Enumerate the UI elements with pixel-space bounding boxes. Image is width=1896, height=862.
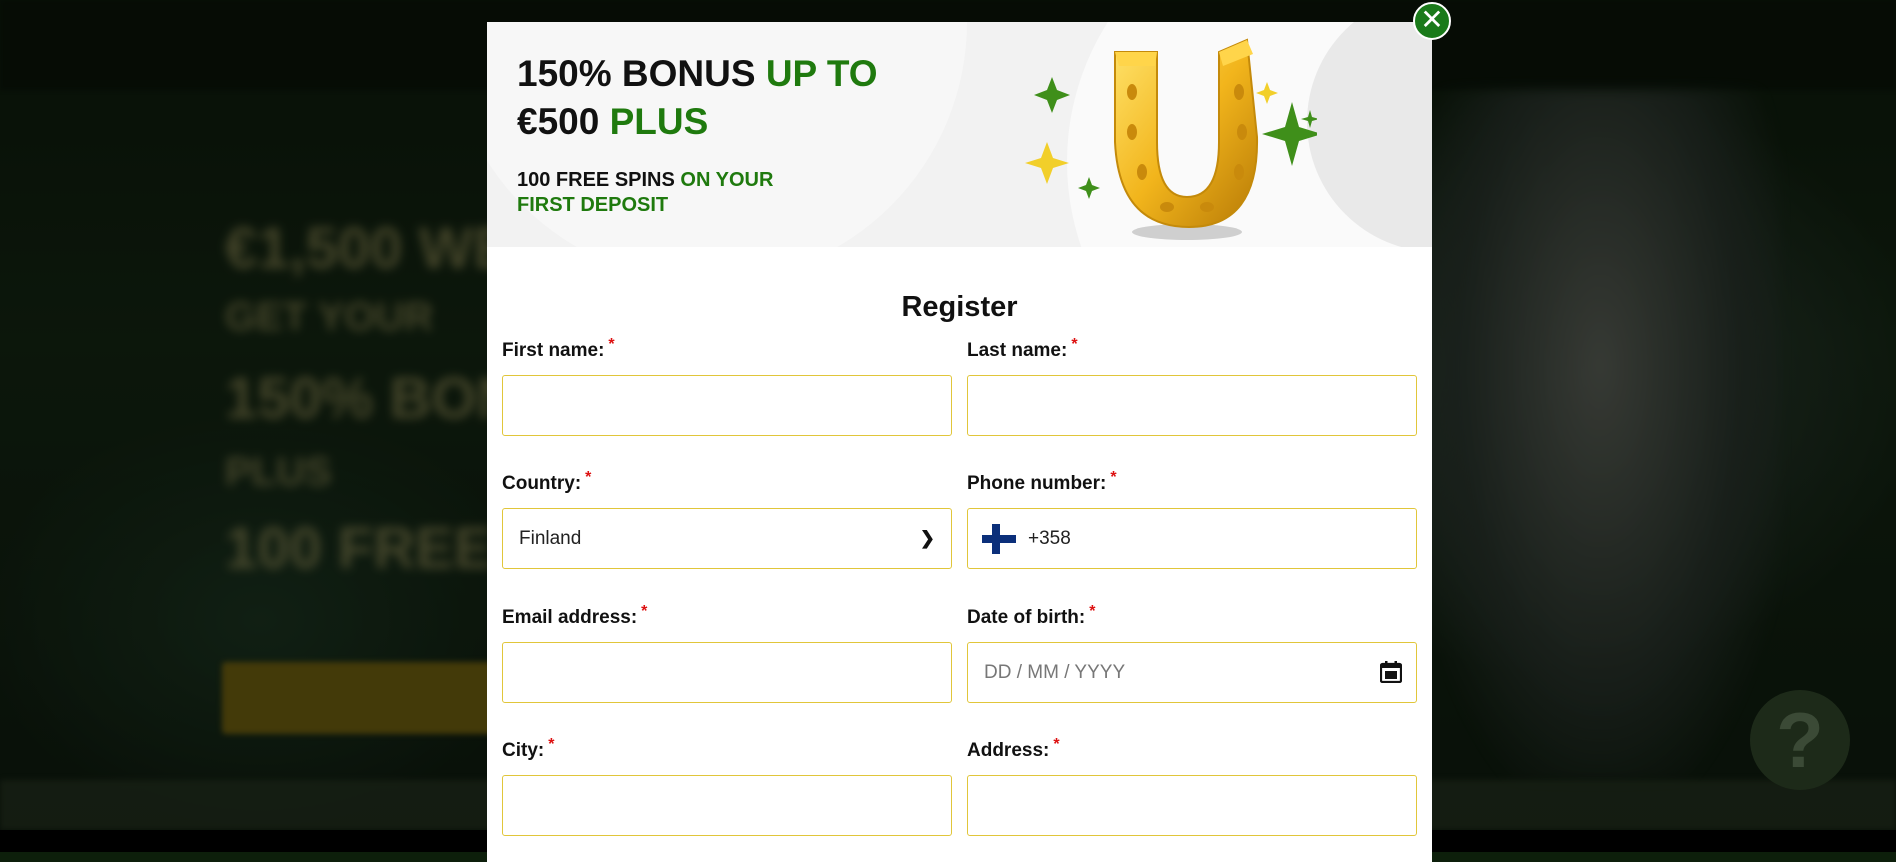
horseshoe-icon: [1025, 38, 1317, 240]
dob-placeholder: DD / MM / YYYY: [984, 662, 1126, 683]
dob-field[interactable]: DD / MM / YYYY: [967, 642, 1417, 703]
address-label: Address: *: [967, 736, 1060, 761]
register-form: Register First name: * Last name: * Countr…: [487, 247, 1432, 849]
country-group: Country: * Finland ❯: [502, 469, 952, 569]
first-name-field[interactable]: [502, 375, 952, 436]
register-modal: 150% BONUS UP TO €500 PLUS 100 FREE SPIN…: [487, 22, 1432, 862]
close-icon[interactable]: ✕: [1413, 2, 1451, 40]
email-group: Email address: *: [502, 603, 952, 703]
banner-subline: 100 FREE SPINS ON YOUR FIRST DEPOSIT: [517, 169, 774, 216]
page-title: Register: [901, 291, 1018, 323]
chevron-down-icon: ❯: [919, 528, 935, 548]
country-label: Country: *: [502, 469, 592, 494]
banner-headline: 150% BONUS UP TO €500 PLUS: [517, 53, 878, 142]
dob-group: Date of birth: * DD / MM / YYYY: [967, 603, 1417, 703]
calendar-icon[interactable]: [1380, 661, 1402, 683]
phone-field[interactable]: +358: [967, 508, 1417, 569]
country-value: Finland: [519, 528, 582, 549]
last-name-field[interactable]: [967, 375, 1417, 436]
country-select[interactable]: Finland ❯: [502, 508, 952, 569]
phone-label: Phone number: *: [967, 469, 1117, 494]
phone-value: +358: [1028, 528, 1071, 549]
city-field[interactable]: [502, 775, 952, 836]
phone-group: Phone number: * +358: [967, 469, 1417, 569]
first-name-label: First name: *: [502, 336, 615, 361]
city-label: City: *: [502, 736, 555, 761]
help-icon[interactable]: ?: [1750, 690, 1850, 790]
address-group: Address: *: [967, 736, 1417, 836]
bonus-banner: 150% BONUS UP TO €500 PLUS 100 FREE SPIN…: [487, 22, 1432, 247]
dob-label: Date of birth: *: [967, 603, 1096, 628]
finland-flag-icon[interactable]: [982, 524, 1016, 554]
last-name-group: Last name: *: [967, 336, 1417, 436]
email-field[interactable]: [502, 642, 952, 703]
last-name-label: Last name: *: [967, 336, 1078, 361]
city-group: City: *: [502, 736, 952, 836]
first-name-group: First name: *: [502, 336, 952, 436]
address-field[interactable]: [967, 775, 1417, 836]
email-label: Email address: *: [502, 603, 648, 628]
